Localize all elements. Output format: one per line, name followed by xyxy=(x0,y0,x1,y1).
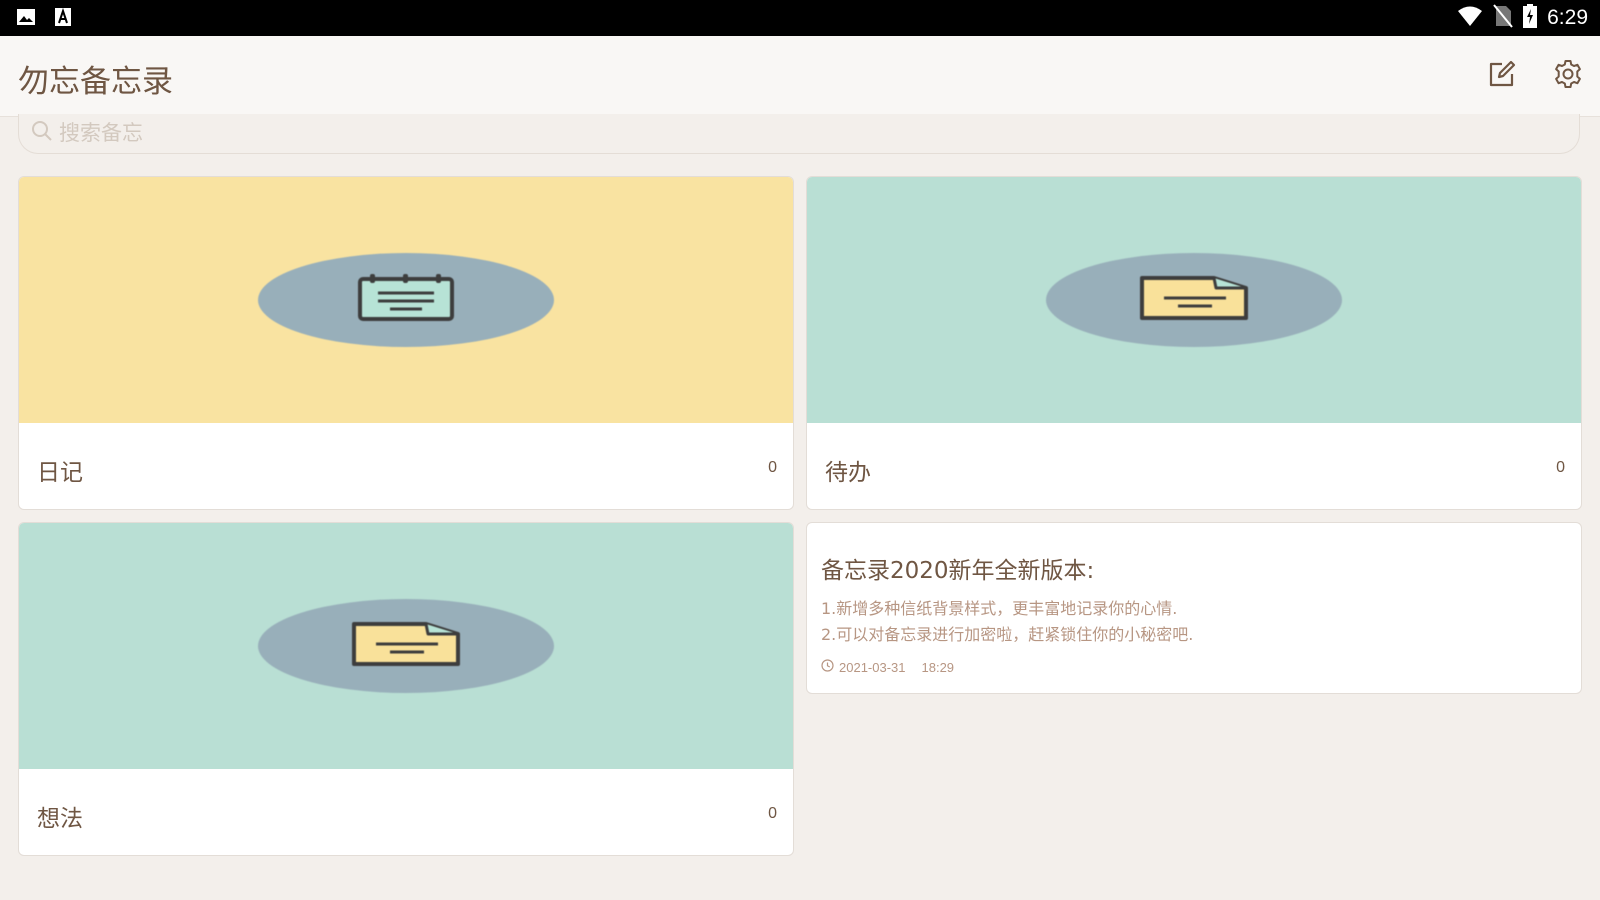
settings-button[interactable] xyxy=(1550,58,1586,94)
wifi-icon xyxy=(1457,5,1483,31)
folder-name: 日记 xyxy=(37,460,83,486)
app-bar: 勿忘备忘录 xyxy=(0,36,1600,117)
folder-cover xyxy=(19,177,793,423)
status-bar: 6:29 xyxy=(0,0,1600,36)
document-icon xyxy=(350,620,462,672)
note-date: 2021-03-31 xyxy=(839,659,906,675)
a-icon xyxy=(54,7,72,31)
app-title: 勿忘备忘录 xyxy=(18,64,173,100)
search-input[interactable] xyxy=(57,117,1561,149)
search-bar[interactable] xyxy=(18,114,1580,154)
edit-button[interactable] xyxy=(1484,58,1520,94)
folder-card-diary[interactable]: 日记 0 xyxy=(18,176,794,510)
status-right-icons: 6:29 xyxy=(1457,4,1588,32)
note-time: 18:29 xyxy=(921,659,955,675)
no-sim-icon xyxy=(1493,4,1513,32)
folder-card-todo[interactable]: 待办 0 xyxy=(806,176,1582,510)
document-icon xyxy=(1138,274,1250,326)
note-line: 1.新增多种信纸背景样式，更丰富地记录你的心情. xyxy=(821,599,1178,618)
cover-ellipse xyxy=(258,253,554,347)
cover-ellipse xyxy=(1046,253,1342,347)
image-icon xyxy=(16,7,36,31)
folder-card-ideas[interactable]: 想法 0 xyxy=(18,522,794,856)
note-timestamp: 2021-03-31 18:29 xyxy=(821,659,954,675)
folder-cover xyxy=(807,177,1581,423)
app-bar-actions xyxy=(1484,58,1586,94)
folder-count: 0 xyxy=(768,459,777,476)
status-time: 6:29 xyxy=(1547,6,1588,29)
notepad-icon xyxy=(356,274,456,326)
note-title: 备忘录2020新年全新版本: xyxy=(821,558,1095,584)
folder-count: 0 xyxy=(1556,459,1565,476)
folder-count: 0 xyxy=(768,805,777,822)
folder-cover xyxy=(19,523,793,769)
note-card[interactable]: 备忘录2020新年全新版本: 1.新增多种信纸背景样式，更丰富地记录你的心情. … xyxy=(806,522,1582,694)
folder-name: 想法 xyxy=(37,806,83,832)
folder-name: 待办 xyxy=(825,460,871,486)
cover-ellipse xyxy=(258,599,554,693)
note-line: 2.可以对备忘录进行加密啦，赶紧锁住你的小秘密吧. xyxy=(821,625,1194,644)
status-left-icons xyxy=(16,7,72,31)
edit-icon xyxy=(1486,58,1518,94)
settings-gear-icon xyxy=(1552,58,1584,94)
battery-charging-icon xyxy=(1523,4,1538,32)
search-icon xyxy=(31,120,53,146)
clock-icon xyxy=(821,659,834,675)
